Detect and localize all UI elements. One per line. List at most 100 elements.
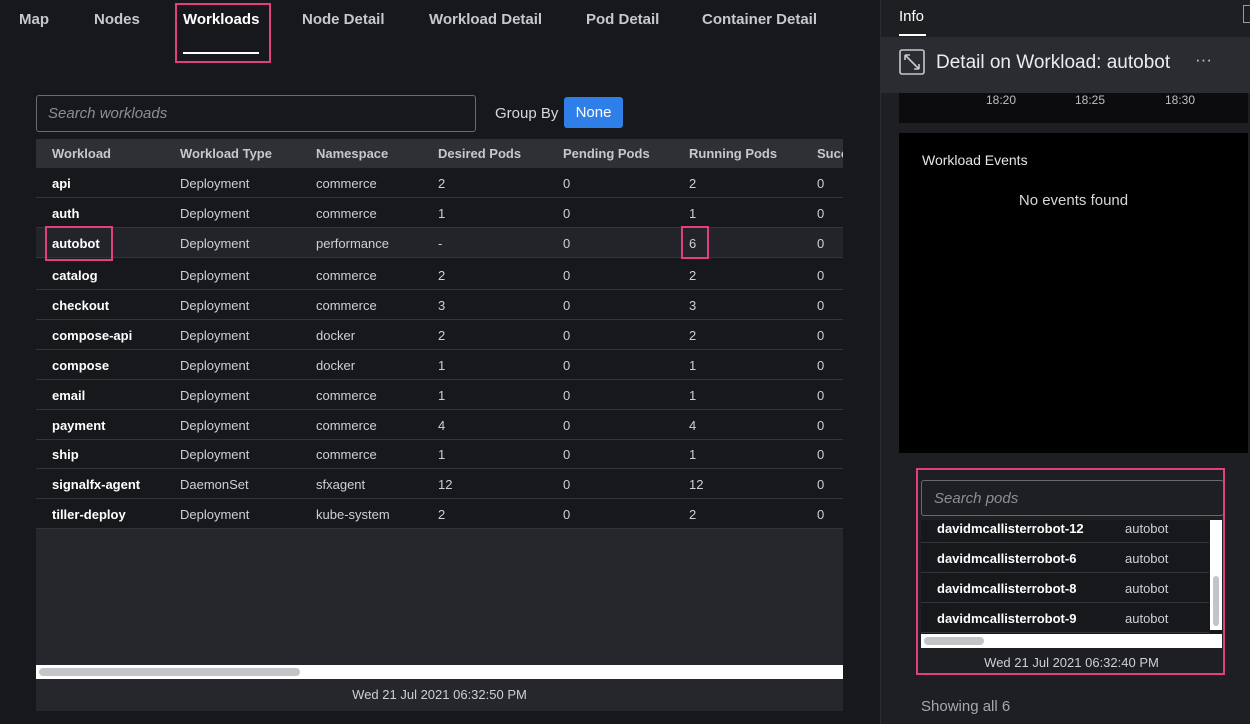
- cell-succeeded-pods: 0: [817, 298, 825, 313]
- active-tab-indicator: [183, 52, 259, 54]
- table-row[interactable]: checkout Deployment commerce 3 0 3 0: [36, 290, 843, 320]
- cell-workload-type: Deployment: [180, 236, 250, 251]
- table-row[interactable]: payment Deployment commerce 4 0 4 0: [36, 410, 843, 440]
- cell-workload-type: Deployment: [180, 268, 250, 283]
- cell-workload[interactable]: autobot: [52, 236, 100, 251]
- cell-succeeded-pods: 0: [817, 447, 825, 462]
- cell-namespace: commerce: [316, 206, 377, 221]
- cell-running-pods: 2: [689, 328, 697, 343]
- cell-workload[interactable]: ship: [52, 447, 79, 462]
- cell-succeeded-pods: 0: [817, 176, 825, 191]
- cell-workload[interactable]: auth: [52, 206, 79, 221]
- info-tab-indicator: [899, 34, 926, 36]
- column-header-succeeded-pods[interactable]: Succ: [817, 146, 843, 161]
- expand-icon[interactable]: [899, 49, 925, 75]
- cell-succeeded-pods: 0: [817, 206, 825, 221]
- workloads-table: Workload Workload Type Namespace Desired…: [36, 139, 843, 711]
- cell-succeeded-pods: 0: [817, 477, 825, 492]
- table-header: Workload Workload Type Namespace Desired…: [36, 139, 843, 168]
- table-row[interactable]: email Deployment commerce 1 0 1 0: [36, 380, 843, 410]
- cell-succeeded-pods: 0: [817, 507, 825, 522]
- table-row[interactable]: autobot Deployment performance - 0 6 0: [36, 228, 843, 258]
- cell-pending-pods: 0: [563, 268, 571, 283]
- cell-desired-pods: 12: [438, 477, 453, 492]
- table-row[interactable]: catalog Deployment commerce 2 0 2 0: [36, 260, 843, 290]
- tab-pod-detail[interactable]: Pod Detail: [586, 11, 659, 28]
- cell-desired-pods: 3: [438, 298, 446, 313]
- cell-workload-type: Deployment: [180, 298, 250, 313]
- cell-workload[interactable]: signalfx-agent: [52, 477, 140, 492]
- cell-desired-pods: 2: [438, 507, 446, 522]
- cell-succeeded-pods: 0: [817, 236, 825, 251]
- cell-workload[interactable]: checkout: [52, 298, 109, 313]
- tab-map[interactable]: Map: [19, 11, 49, 28]
- cell-succeeded-pods: 0: [817, 328, 825, 343]
- close-icon[interactable]: [1243, 5, 1250, 23]
- cell-workload[interactable]: payment: [52, 418, 105, 433]
- cell-pending-pods: 0: [563, 358, 571, 373]
- cell-running-pods: 3: [689, 298, 697, 313]
- column-header-namespace[interactable]: Namespace: [316, 146, 388, 161]
- table-row[interactable]: signalfx-agent DaemonSet sfxagent 12 0 12 0: [36, 469, 843, 499]
- table-row[interactable]: tiller-deploy Deployment kube-system 2 0 2 0: [36, 499, 843, 529]
- cell-running-pods: 2: [689, 507, 697, 522]
- cell-pending-pods: 0: [563, 418, 571, 433]
- table-row[interactable]: compose Deployment docker 1 0 1 0: [36, 350, 843, 380]
- cell-workload-type: Deployment: [180, 328, 250, 343]
- group-by-none-button[interactable]: None: [564, 97, 623, 128]
- chart-time-axis: 18:20 18:25 18:30: [899, 93, 1248, 123]
- cell-workload-type: Deployment: [180, 176, 250, 191]
- column-header-workload[interactable]: Workload: [52, 146, 111, 161]
- table-horizontal-scrollbar[interactable]: [36, 665, 843, 679]
- more-icon[interactable]: ···: [1195, 50, 1212, 70]
- cell-workload-type: Deployment: [180, 507, 250, 522]
- cell-workload[interactable]: tiller-deploy: [52, 507, 126, 522]
- tab-nodes[interactable]: Nodes: [94, 11, 140, 28]
- search-workloads-input[interactable]: [36, 95, 476, 132]
- table-row[interactable]: ship Deployment commerce 1 0 1 0: [36, 439, 843, 469]
- cell-workload-type: Deployment: [180, 206, 250, 221]
- cell-pending-pods: 0: [563, 236, 571, 251]
- tab-workloads[interactable]: Workloads: [183, 11, 259, 28]
- table-row[interactable]: api Deployment commerce 2 0 2 0: [36, 168, 843, 198]
- cell-desired-pods: -: [438, 236, 443, 251]
- detail-header: Detail on Workload: autobot ···: [881, 37, 1250, 93]
- column-header-desired-pods[interactable]: Desired Pods: [438, 146, 521, 161]
- table-scroll-thumb[interactable]: [39, 668, 300, 676]
- tab-workload-detail[interactable]: Workload Detail: [429, 11, 542, 28]
- cell-running-pods: 4: [689, 418, 697, 433]
- cell-workload[interactable]: catalog: [52, 268, 98, 283]
- cell-workload[interactable]: compose: [52, 358, 109, 373]
- column-header-pending-pods[interactable]: Pending Pods: [563, 146, 650, 161]
- cell-desired-pods: 1: [438, 206, 446, 221]
- cell-pending-pods: 0: [563, 206, 571, 221]
- table-row[interactable]: compose-api Deployment docker 2 0 2 0: [36, 320, 843, 350]
- cell-running-pods: 1: [689, 388, 697, 403]
- cell-workload-type: Deployment: [180, 418, 250, 433]
- tab-info[interactable]: Info: [899, 8, 924, 25]
- cell-namespace: docker: [316, 358, 356, 373]
- cell-succeeded-pods: 0: [817, 268, 825, 283]
- detail-title: Detail on Workload: autobot: [936, 52, 1171, 73]
- cell-succeeded-pods: 0: [817, 388, 825, 403]
- column-header-workload-type[interactable]: Workload Type: [180, 146, 272, 161]
- cell-running-pods: 2: [689, 176, 697, 191]
- cell-pending-pods: 0: [563, 388, 571, 403]
- column-header-running-pods[interactable]: Running Pods: [689, 146, 777, 161]
- tab-container-detail[interactable]: Container Detail: [702, 11, 817, 28]
- cell-running-pods: 1: [689, 206, 697, 221]
- cell-namespace: commerce: [316, 268, 377, 283]
- tab-node-detail[interactable]: Node Detail: [302, 11, 385, 28]
- workload-events-card: Workload Events No events found: [899, 133, 1248, 453]
- cell-workload[interactable]: email: [52, 388, 85, 403]
- table-row[interactable]: auth Deployment commerce 1 0 1 0: [36, 198, 843, 228]
- cell-desired-pods: 1: [438, 447, 446, 462]
- cell-namespace: commerce: [316, 447, 377, 462]
- group-by-label: Group By: [495, 105, 559, 122]
- cell-workload[interactable]: api: [52, 176, 71, 191]
- cell-desired-pods: 2: [438, 176, 446, 191]
- cell-succeeded-pods: 0: [817, 418, 825, 433]
- cell-workload[interactable]: compose-api: [52, 328, 132, 343]
- cell-pending-pods: 0: [563, 176, 571, 191]
- cell-namespace: commerce: [316, 176, 377, 191]
